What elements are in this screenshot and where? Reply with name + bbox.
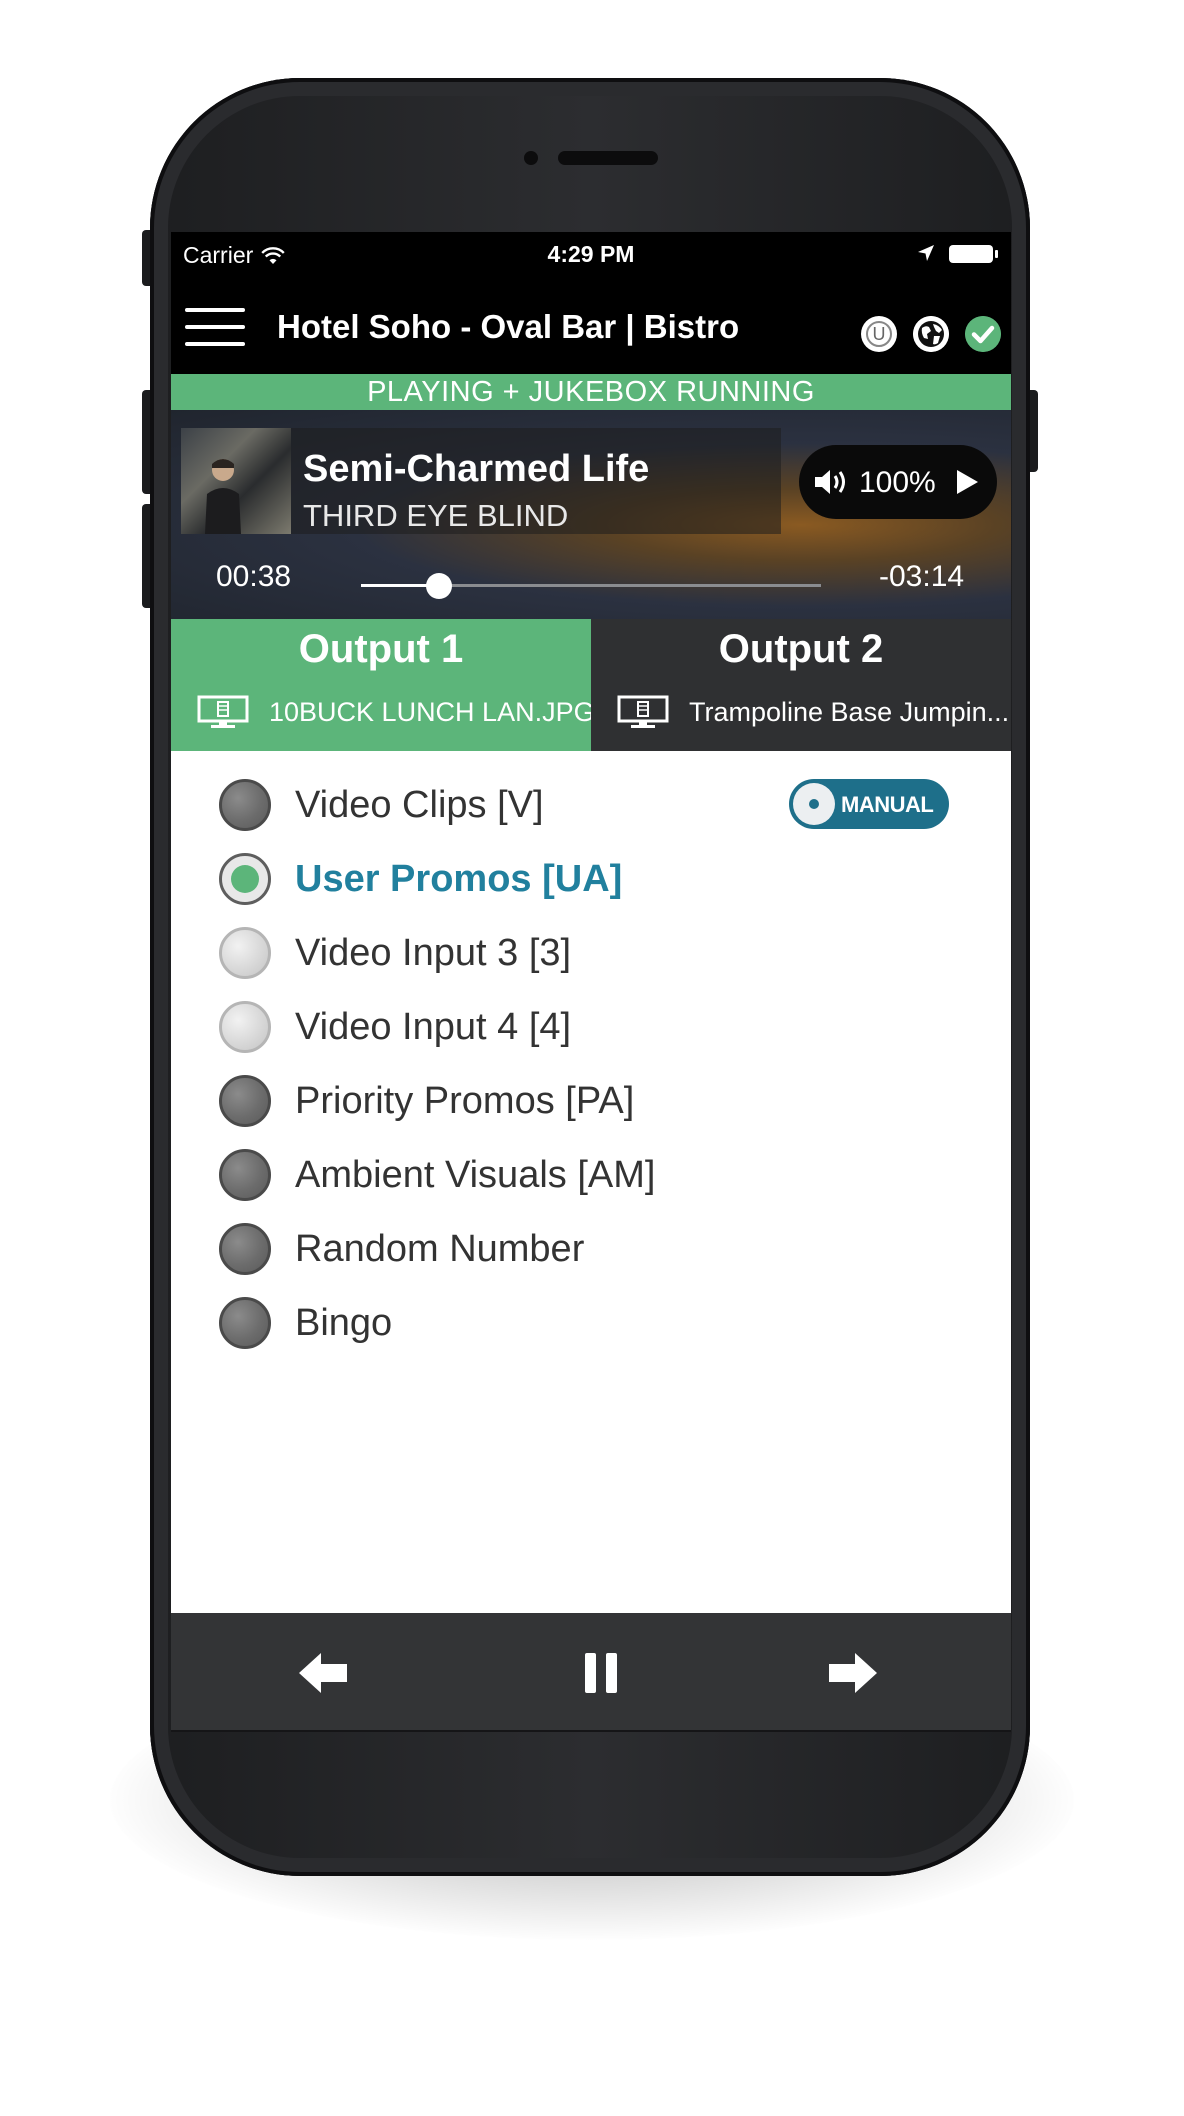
front-camera — [524, 151, 538, 165]
radio-button[interactable] — [219, 779, 271, 831]
forward-arrow-icon[interactable] — [827, 1651, 879, 1695]
option-label: Random Number — [295, 1227, 585, 1270]
playback-controls — [171, 1613, 1011, 1730]
source-option-user-promos[interactable]: User Promos [UA] — [219, 851, 622, 907]
radio-button-selected[interactable] — [219, 853, 271, 905]
option-label: Bingo — [295, 1301, 393, 1344]
back-arrow-icon[interactable] — [297, 1651, 349, 1695]
content-source-list: MANUAL Video Clips [V] User Promos [UA] … — [171, 751, 1011, 1613]
screen-icon — [197, 695, 249, 728]
output-content-label: 10BUCK LUNCH LAN.JPG — [269, 696, 595, 727]
output-name: Output 1 — [298, 627, 464, 671]
manual-mode-label: MANUAL — [841, 792, 934, 817]
manual-mode-toggle[interactable]: MANUAL — [789, 779, 949, 829]
output-content-label: Trampoline Base Jumpin... — [689, 696, 1010, 727]
output-content: 10BUCK LUNCH LAN.JPG — [197, 695, 595, 729]
option-label: User Promos [UA] — [295, 857, 623, 900]
screen-bottom-edge — [171, 1730, 1011, 1732]
output-name: Output 2 — [718, 627, 884, 671]
app-header: Hotel Soho - Oval Bar | Bistro U — [171, 278, 1011, 374]
album-art — [181, 428, 291, 534]
output-content: Trampoline Base Jumpin... — [617, 695, 1009, 729]
globe-icon[interactable] — [913, 316, 949, 352]
now-playing-card[interactable]: Semi-Charmed Life THIRD EYE BLIND — [181, 428, 781, 534]
tab-output-1[interactable]: Output 1 10BUCK LUNCH LAN.JPG — [171, 619, 595, 751]
radio-button[interactable] — [219, 1223, 271, 1275]
check-icon[interactable] — [965, 316, 1001, 352]
progress-slider[interactable] — [361, 573, 821, 599]
option-label: Priority Promos [PA] — [295, 1079, 635, 1122]
progress-handle[interactable] — [426, 573, 453, 599]
radio-button[interactable] — [219, 927, 271, 979]
source-option-video-clips[interactable]: Video Clips [V] — [219, 777, 544, 833]
radio-button[interactable] — [219, 1075, 271, 1127]
option-label: Ambient Visuals [AM] — [295, 1153, 656, 1196]
option-label: Video Input 3 [3] — [295, 931, 572, 974]
radio-button[interactable] — [219, 1001, 271, 1053]
source-option-priority-promos[interactable]: Priority Promos [PA] — [219, 1073, 634, 1129]
volume-control[interactable]: 100% — [799, 445, 997, 519]
user-icon[interactable]: U — [861, 316, 897, 352]
pause-icon[interactable] — [575, 1651, 627, 1695]
hamburger-icon[interactable] — [185, 308, 245, 350]
volume-level: 100% — [859, 466, 936, 499]
venue-title: Hotel Soho - Oval Bar | Bistro — [277, 308, 740, 345]
tab-output-2[interactable]: Output 2 Trampoline Base Jumpin... — [591, 619, 1011, 751]
battery-icon — [949, 245, 998, 263]
source-option-ambient-visuals[interactable]: Ambient Visuals [AM] — [219, 1147, 655, 1203]
radio-button[interactable] — [219, 1297, 271, 1349]
now-playing-panel: Semi-Charmed Life THIRD EYE BLIND 100% 0… — [171, 410, 1011, 619]
status-time: 4:29 PM — [547, 241, 635, 267]
time-elapsed: 00:38 — [216, 560, 292, 593]
earpiece-speaker — [558, 151, 658, 165]
status-bar: Carrier 4:29 PM — [171, 232, 1011, 278]
option-label: Video Input 4 [4] — [295, 1005, 572, 1048]
volume-icon — [815, 470, 845, 494]
user-badge-label: U — [866, 321, 892, 347]
app-screen: Carrier 4:29 PM Hotel Soho - Oval Bar | … — [171, 232, 1011, 1730]
output-tabs: Output 1 10BUCK LUNCH LAN.JPG Output 2 T… — [171, 619, 1011, 751]
toggle-knob — [793, 783, 835, 825]
screen-icon — [617, 695, 669, 728]
source-option-bingo[interactable]: Bingo — [219, 1295, 392, 1351]
radio-button[interactable] — [219, 1149, 271, 1201]
album-art-figure — [205, 459, 241, 534]
source-option-random-number[interactable]: Random Number — [219, 1221, 584, 1277]
source-option-video-input-4[interactable]: Video Input 4 [4] — [219, 999, 571, 1055]
song-artist: THIRD EYE BLIND — [303, 498, 569, 533]
time-remaining: -03:14 — [879, 560, 965, 593]
location-icon — [918, 245, 934, 261]
play-icon[interactable] — [955, 469, 979, 495]
option-label: Video Clips [V] — [295, 783, 544, 826]
source-option-video-input-3[interactable]: Video Input 3 [3] — [219, 925, 571, 981]
song-title: Semi-Charmed Life — [303, 448, 650, 490]
playback-status-banner: PLAYING + JUKEBOX RUNNING — [171, 374, 1011, 410]
